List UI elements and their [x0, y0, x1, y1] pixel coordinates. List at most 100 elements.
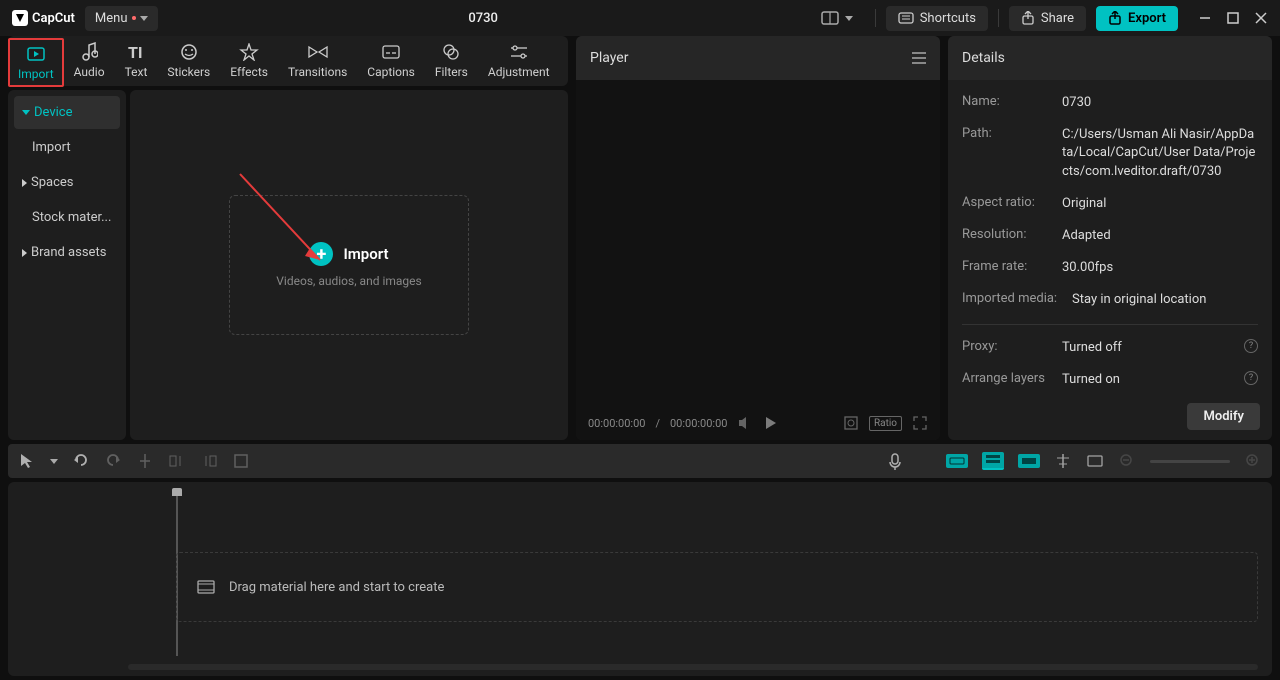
layout-icon	[821, 11, 839, 25]
tab-effects[interactable]: Effects	[220, 42, 278, 79]
split-right-icon[interactable]	[200, 452, 218, 470]
layout-button[interactable]	[809, 6, 865, 30]
app-name: CapCut	[32, 11, 75, 26]
detail-resolution: Resolution: Adapted	[962, 227, 1258, 245]
caret-right-icon	[22, 179, 27, 187]
info-icon[interactable]: ?	[1244, 339, 1258, 353]
track-mode-2[interactable]	[982, 452, 1004, 470]
maximize-icon[interactable]	[1226, 11, 1240, 25]
tab-transitions[interactable]: Transitions	[278, 42, 357, 79]
track-mode-1[interactable]	[946, 454, 968, 468]
zoom-slider[interactable]	[1150, 460, 1230, 463]
sidebar-item-stock[interactable]: Stock mater...	[14, 201, 120, 234]
timeline-dropzone[interactable]: Drag material here and start to create	[176, 552, 1258, 622]
detail-imported: Imported media: Stay in original locatio…	[962, 291, 1258, 309]
audio-icon	[80, 42, 98, 62]
main-area: Import Audio TI Text Stickers Effects Tr…	[0, 36, 1280, 440]
chevron-down-icon[interactable]	[50, 459, 58, 464]
sidebar-label: Import	[32, 140, 71, 155]
detail-label: Imported media:	[962, 291, 1072, 309]
time-total: 00:00:00:00	[670, 417, 727, 430]
adjustment-icon	[509, 42, 529, 62]
tab-stickers[interactable]: Stickers	[157, 42, 220, 79]
close-icon[interactable]	[1254, 11, 1268, 25]
detail-value: 30.00fps	[1062, 259, 1258, 277]
cursor-icon[interactable]	[18, 452, 36, 470]
player-viewport: 00:00:00:00 / 00:00:00:00 Ratio	[576, 80, 940, 440]
track-mode-3[interactable]	[1018, 454, 1040, 468]
undo-icon[interactable]	[72, 452, 90, 470]
details-header: Details	[948, 36, 1272, 80]
top-tabs: Import Audio TI Text Stickers Effects Tr…	[8, 36, 568, 86]
import-subtitle: Videos, audios, and images	[276, 274, 421, 288]
transitions-icon	[307, 42, 329, 62]
hamburger-icon[interactable]	[912, 52, 926, 64]
share-button[interactable]: Share	[1009, 6, 1086, 31]
time-sep: /	[655, 417, 660, 430]
detail-proxy: Proxy: Turned off ?	[962, 339, 1258, 357]
player-header: Player	[576, 36, 940, 80]
player-title: Player	[590, 50, 628, 66]
import-dropzone[interactable]: + Import Videos, audios, and images	[229, 195, 469, 335]
detail-label: Resolution:	[962, 227, 1062, 245]
tab-label: Filters	[435, 65, 468, 79]
timeline-toolbar	[8, 444, 1272, 478]
ratio-button[interactable]: Ratio	[869, 416, 902, 431]
timeline[interactable]: Drag material here and start to create	[8, 482, 1272, 676]
crop-icon[interactable]	[232, 452, 250, 470]
sidebar-item-import[interactable]: Import	[14, 131, 120, 164]
volume-icon[interactable]	[737, 415, 753, 431]
tab-adjustment[interactable]: Adjustment	[478, 42, 560, 79]
detail-framerate: Frame rate: 30.00fps	[962, 259, 1258, 277]
divider	[998, 9, 999, 27]
detail-label: Frame rate:	[962, 259, 1062, 277]
align-icon[interactable]	[1054, 452, 1072, 470]
export-button[interactable]: Export	[1096, 6, 1178, 31]
shortcuts-button[interactable]: Shortcuts	[886, 6, 988, 31]
split-left-icon[interactable]	[168, 452, 186, 470]
tab-import[interactable]: Import	[8, 38, 64, 87]
timeline-scrollbar[interactable]	[128, 664, 1258, 670]
detail-value: Original	[1062, 195, 1258, 213]
tab-audio[interactable]: Audio	[64, 42, 115, 79]
preview-icon[interactable]	[1086, 452, 1104, 470]
sidebar-item-spaces[interactable]: Spaces	[14, 166, 120, 199]
import-tab-icon	[26, 44, 46, 64]
microphone-icon[interactable]	[886, 452, 904, 470]
fit-icon[interactable]	[843, 415, 859, 431]
tab-label: Stickers	[167, 65, 210, 79]
minimize-icon[interactable]	[1198, 11, 1212, 25]
titlebar-right: Shortcuts Share Export	[809, 6, 1268, 31]
modify-button[interactable]: Modify	[1187, 403, 1260, 430]
tab-filters[interactable]: Filters	[425, 42, 478, 79]
details-title: Details	[962, 50, 1005, 66]
tab-text[interactable]: TI Text	[115, 42, 158, 79]
keyboard-icon	[898, 12, 914, 24]
redo-icon[interactable]	[104, 452, 122, 470]
svg-text:TI: TI	[128, 43, 143, 61]
window-controls	[1198, 11, 1268, 25]
share-label: Share	[1041, 11, 1074, 26]
info-icon[interactable]: ?	[1244, 371, 1258, 385]
menu-button[interactable]: Menu	[85, 6, 158, 31]
detail-label: Arrange layers	[962, 371, 1062, 389]
import-title: Import	[343, 245, 388, 263]
sidebar-item-brand[interactable]: Brand assets	[14, 236, 120, 269]
sidebar-item-device[interactable]: Device	[14, 96, 120, 129]
plus-icon: +	[309, 242, 333, 266]
tab-label: Effects	[230, 65, 268, 79]
stickers-icon	[180, 42, 198, 62]
project-title: 0730	[168, 11, 799, 26]
detail-path: Path: C:/Users/Usman Ali Nasir/AppData/L…	[962, 126, 1258, 181]
clip-icon	[197, 580, 215, 594]
detail-label: Path:	[962, 126, 1062, 181]
detail-value: 0730	[1062, 94, 1258, 112]
split-icon[interactable]	[136, 452, 154, 470]
tab-captions[interactable]: Captions	[357, 42, 425, 79]
detail-layers: Arrange layers Turned on ?	[962, 371, 1258, 389]
zoom-in-icon[interactable]	[1244, 452, 1262, 470]
play-icon[interactable]	[763, 415, 779, 431]
fullscreen-icon[interactable]	[912, 415, 928, 431]
zoom-out-icon[interactable]	[1118, 452, 1136, 470]
playhead[interactable]	[170, 488, 184, 500]
